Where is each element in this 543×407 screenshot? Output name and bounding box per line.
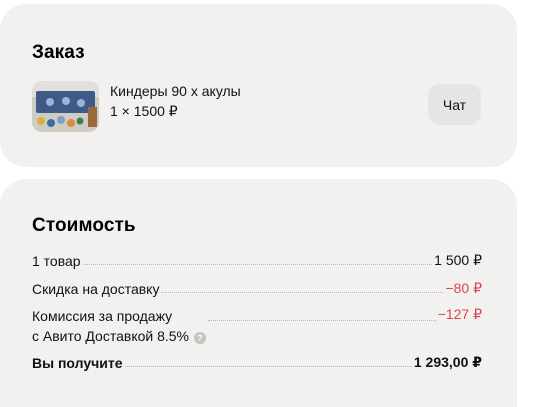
item-thumbnail[interactable]: [32, 81, 99, 132]
cost-row-label: Скидка на доставку: [32, 281, 160, 297]
order-card: Заказ Киндеры 90 х акулы 1 × 1500 ₽ Чат: [0, 4, 517, 167]
cost-row-label: 1 товар: [32, 253, 81, 269]
item-quantity-price: 1 × 1500 ₽: [110, 103, 178, 119]
cost-title: Стоимость: [32, 215, 136, 236]
item-title[interactable]: Киндеры 90 х акулы: [110, 83, 241, 99]
order-title: Заказ: [32, 42, 85, 63]
cost-row-value: 1 500 ₽: [434, 252, 482, 268]
commission-label-line2-wrap: с Авито Доставкой 8.5%?: [32, 326, 207, 346]
cost-row-commission: Комиссия за продажу с Авито Доставкой 8.…: [32, 306, 482, 346]
cost-row-delivery-discount: Скидка на доставку −80 ₽: [32, 280, 482, 297]
dotted-leader: [208, 320, 436, 321]
help-icon[interactable]: ?: [194, 332, 207, 344]
cost-row-items: 1 товар 1 500 ₽: [32, 252, 482, 269]
total-value: 1 293,00 ₽: [413, 354, 482, 370]
dotted-leader: [82, 264, 433, 265]
item-photo: [32, 81, 99, 132]
total-label: Вы получите: [32, 355, 123, 371]
commission-label-line2: с Авито Доставкой 8.5%: [32, 328, 190, 344]
dotted-leader: [124, 366, 412, 367]
cost-row-label: Комиссия за продажу с Авито Доставкой 8.…: [32, 306, 207, 346]
cost-row-total: Вы получите 1 293,00 ₽: [32, 354, 482, 371]
cost-card: Стоимость 1 товар 1 500 ₽ Скидка на дост…: [0, 179, 517, 407]
chat-button[interactable]: Чат: [428, 84, 481, 125]
cost-row-value: −80 ₽: [445, 280, 482, 296]
dotted-leader: [161, 292, 444, 293]
cost-row-value: −127 ₽: [437, 306, 482, 322]
commission-label-line1: Комиссия за продажу: [32, 308, 173, 324]
